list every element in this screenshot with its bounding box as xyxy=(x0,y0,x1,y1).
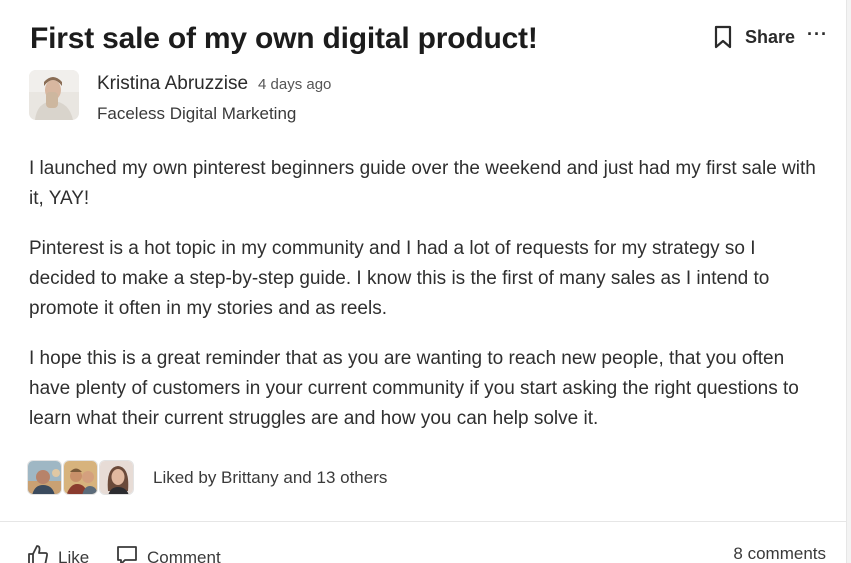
post-timestamp: 4 days ago xyxy=(258,76,332,93)
liker-avatar[interactable] xyxy=(63,460,98,495)
liker-avatar[interactable] xyxy=(27,460,62,495)
comment-label: Comment xyxy=(147,547,221,563)
thumbs-up-icon xyxy=(27,544,58,563)
liker-avatar[interactable] xyxy=(99,460,134,495)
post-category[interactable]: Faceless Digital Marketing xyxy=(97,104,296,124)
post-actions-top: Share ··· xyxy=(710,24,828,50)
author-row: Kristina Abruzzise 4 days ago xyxy=(97,73,331,95)
post-paragraph: I hope this is a great reminder that as … xyxy=(29,348,799,429)
post-card: First sale of my own digital product! Sh… xyxy=(0,0,846,563)
post-paragraph: I launched my own pinterest beginners gu… xyxy=(29,158,816,209)
post-paragraph: Pinterest is a hot topic in my community… xyxy=(29,238,770,319)
author-name[interactable]: Kristina Abruzzise xyxy=(97,73,248,95)
post-title: First sale of my own digital product! xyxy=(30,22,538,55)
likes-summary[interactable]: Liked by Brittany and 13 others xyxy=(153,468,387,488)
more-options-icon[interactable]: ··· xyxy=(807,25,828,47)
like-label: Like xyxy=(58,547,90,563)
bookmark-icon[interactable] xyxy=(710,24,736,50)
comment-icon xyxy=(116,544,147,563)
likes-row: Liked by Brittany and 13 others xyxy=(27,460,387,495)
author-avatar[interactable] xyxy=(29,70,79,120)
comments-count[interactable]: 8 comments xyxy=(733,544,826,563)
post-body: I launched my own pinterest beginners gu… xyxy=(29,154,819,454)
scrollbar-track[interactable] xyxy=(846,0,851,563)
footer-divider xyxy=(0,521,846,522)
like-button[interactable]: Like xyxy=(27,544,89,563)
comment-button[interactable]: Comment xyxy=(116,544,221,563)
share-button[interactable]: Share xyxy=(745,27,795,48)
post-footer: Like Comment 8 comments xyxy=(0,540,846,563)
